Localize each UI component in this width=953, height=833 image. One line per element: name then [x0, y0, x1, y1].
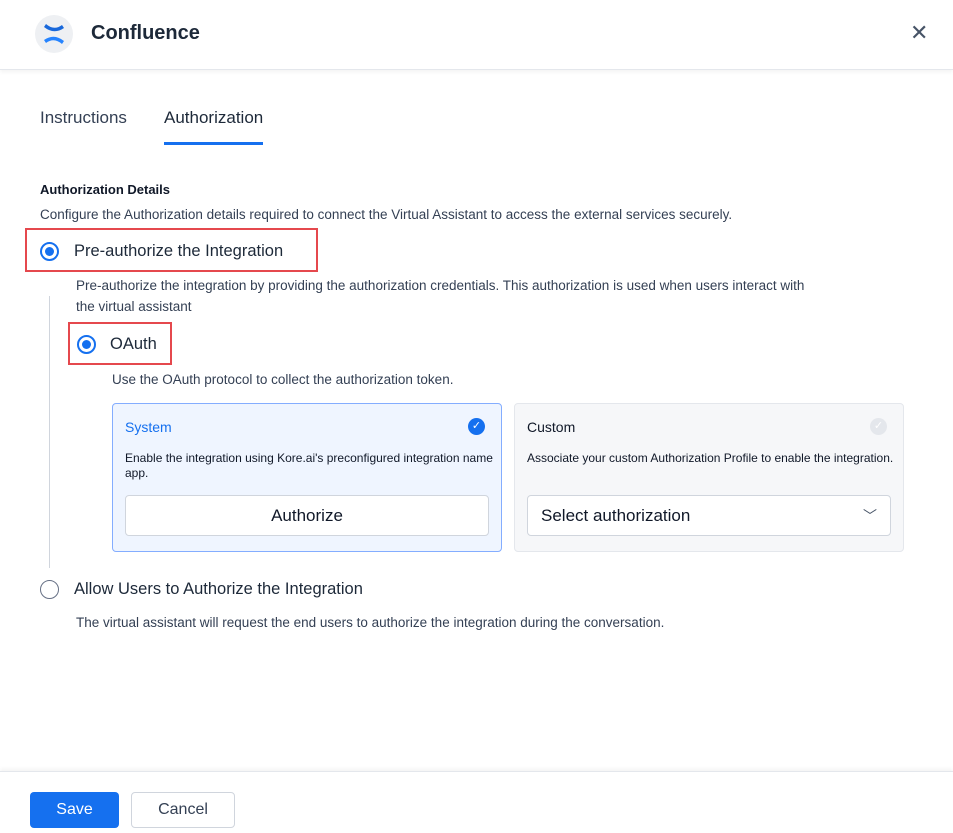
dialog-title: Confluence [91, 22, 200, 45]
check-circle-icon: ✓ [468, 418, 485, 435]
authorize-button[interactable]: Authorize [125, 495, 489, 536]
pre-authorize-description: Pre-authorize the integration by providi… [76, 275, 804, 317]
close-icon[interactable]: ✕ [910, 20, 928, 46]
select-value: Select authorization [541, 506, 690, 526]
allow-users-label: Allow Users to Authorize the Integration [74, 580, 363, 599]
oauth-label: OAuth [110, 335, 157, 354]
custom-card[interactable]: Custom ✓ Associate your custom Authoriza… [514, 403, 904, 552]
custom-card-title: Custom [527, 419, 575, 435]
section-description: Configure the Authorization details requ… [40, 207, 732, 222]
dialog-footer: Save Cancel [0, 771, 953, 833]
system-card[interactable]: System ✓ Enable the integration using Ko… [112, 403, 502, 552]
tab-authorization[interactable]: Authorization [164, 108, 263, 145]
select-authorization-dropdown[interactable]: Select authorization ﹀ [527, 495, 891, 536]
divider [49, 296, 50, 568]
custom-card-description: Associate your custom Authorization Prof… [527, 451, 897, 466]
allow-users-radio[interactable] [40, 580, 59, 599]
pre-authorize-label: Pre-authorize the Integration [74, 242, 283, 261]
oauth-description: Use the OAuth protocol to collect the au… [112, 369, 453, 390]
chevron-down-icon: ﹀ [863, 506, 877, 526]
check-circle-icon: ✓ [870, 418, 887, 435]
system-card-title: System [125, 419, 172, 435]
allow-users-description: The virtual assistant will request the e… [76, 612, 664, 633]
system-card-description: Enable the integration using Kore.ai's p… [125, 451, 495, 481]
pre-authorize-radio[interactable] [40, 242, 59, 261]
oauth-radio[interactable] [77, 335, 96, 354]
section-title: Authorization Details [40, 182, 170, 197]
dialog-header: Confluence ✕ [0, 0, 953, 70]
cancel-button[interactable]: Cancel [131, 792, 235, 828]
save-button[interactable]: Save [30, 792, 119, 828]
confluence-logo-icon [35, 15, 73, 53]
tab-instructions[interactable]: Instructions [40, 108, 127, 142]
